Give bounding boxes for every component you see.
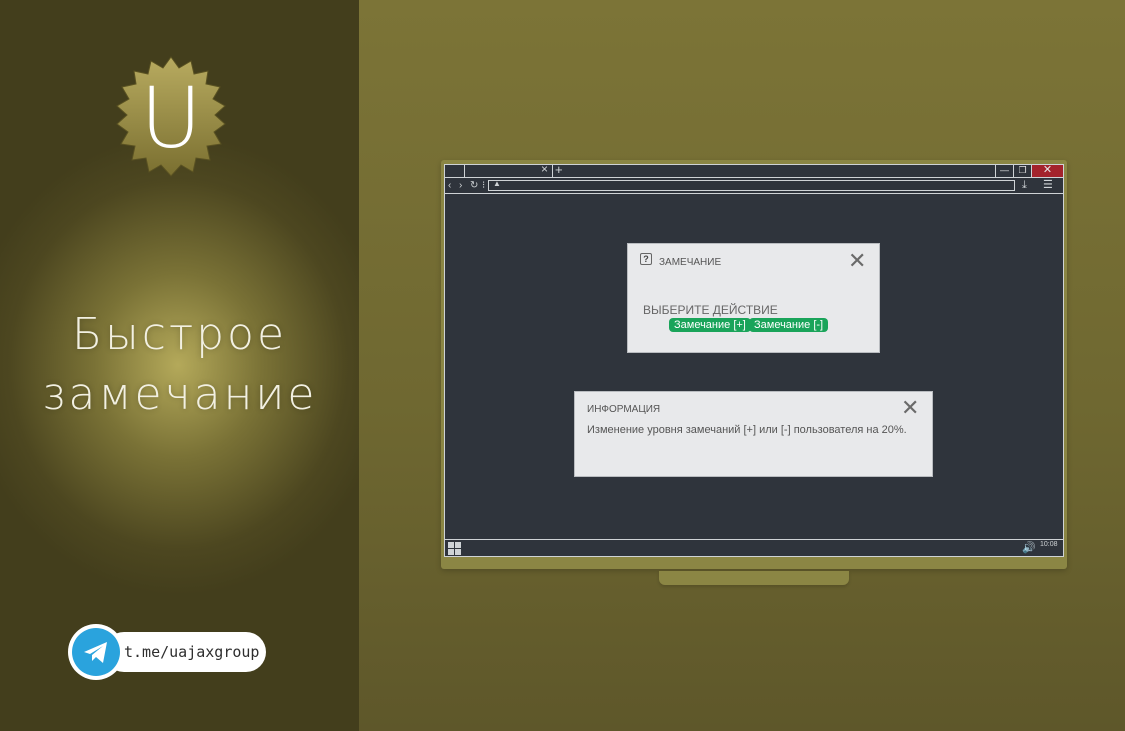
clock: 10:08 <box>1040 541 1058 548</box>
lock-icon: ▲ <box>493 179 501 188</box>
telegram-link-text[interactable]: t.me/uajaxgroup <box>124 632 259 672</box>
remark-minus-button[interactable]: Замечание [-] <box>749 318 829 332</box>
more-icon[interactable]: ⁝ <box>482 178 485 193</box>
info-dialog: ИНФОРМАЦИЯ ✕ Изменение уровня замечаний … <box>574 391 933 477</box>
tab-active[interactable] <box>465 165 553 177</box>
start-menu-icon[interactable] <box>448 542 461 555</box>
laptop-screen: × + — ❐ ✕ ‹ › ↻ ⁝ ▲ ⤓ ☰ ? ЗАМЕЧАНИЕ ✕ ВЫ… <box>444 164 1064 557</box>
download-icon[interactable]: ⤓ <box>1022 178 1027 193</box>
logo-letter: U <box>140 69 202 167</box>
slogan: Быстрое замечание <box>0 305 359 425</box>
address-bar: ‹ › ↻ ⁝ ▲ ⤓ ☰ <box>445 178 1063 194</box>
reload-icon[interactable]: ↻ <box>470 178 478 193</box>
telegram-icon <box>72 628 120 676</box>
telegram-link[interactable]: t.me/uajaxgroup <box>104 632 266 672</box>
info-dialog-title: ИНФОРМАЦИЯ <box>587 404 661 415</box>
volume-icon[interactable]: 🔊 <box>1022 540 1036 556</box>
close-icon[interactable]: ✕ <box>901 395 919 421</box>
chevron-right-icon[interactable]: › <box>459 178 462 193</box>
help-icon[interactable]: ? <box>640 253 652 265</box>
remark-prompt: ВЫБЕРИТЕ ДЕЙСТВИЕ <box>643 303 778 317</box>
chevron-left-icon[interactable]: ‹ <box>448 178 451 193</box>
url-input[interactable]: ▲ <box>488 179 1015 191</box>
close-icon[interactable]: ✕ <box>848 248 866 274</box>
remark-dialog-title: ЗАМЕЧАНИЕ <box>659 257 722 268</box>
slogan-line-1: Быстрое <box>71 309 288 360</box>
taskbar: 🔊 10:08 <box>445 539 1063 556</box>
settings-icon[interactable]: ☰ <box>1043 178 1053 193</box>
tab-close-icon[interactable]: × <box>541 165 548 176</box>
maximize-button[interactable]: ❐ <box>1013 165 1031 177</box>
tab-pinned[interactable] <box>445 165 465 177</box>
telegram-badge[interactable] <box>68 624 124 680</box>
logo-badge: U <box>108 55 234 181</box>
new-tab-icon[interactable]: + <box>555 165 563 177</box>
remark-dialog: ? ЗАМЕЧАНИЕ ✕ ВЫБЕРИТЕ ДЕЙСТВИЕ Замечани… <box>627 243 880 353</box>
minimize-button[interactable]: — <box>995 165 1013 177</box>
close-window-button[interactable]: ✕ <box>1031 165 1063 177</box>
remark-plus-button[interactable]: Замечание [+] <box>669 318 751 332</box>
laptop-stand <box>659 571 849 585</box>
tab-bar: × + — ❐ ✕ <box>445 165 1063 178</box>
info-dialog-text: Изменение уровня замечаний [+] или [-] п… <box>587 424 907 436</box>
branding-panel: U Быстрое замечание t.me/uajaxgroup <box>0 0 359 731</box>
slogan-line-2: замечание <box>41 369 318 420</box>
